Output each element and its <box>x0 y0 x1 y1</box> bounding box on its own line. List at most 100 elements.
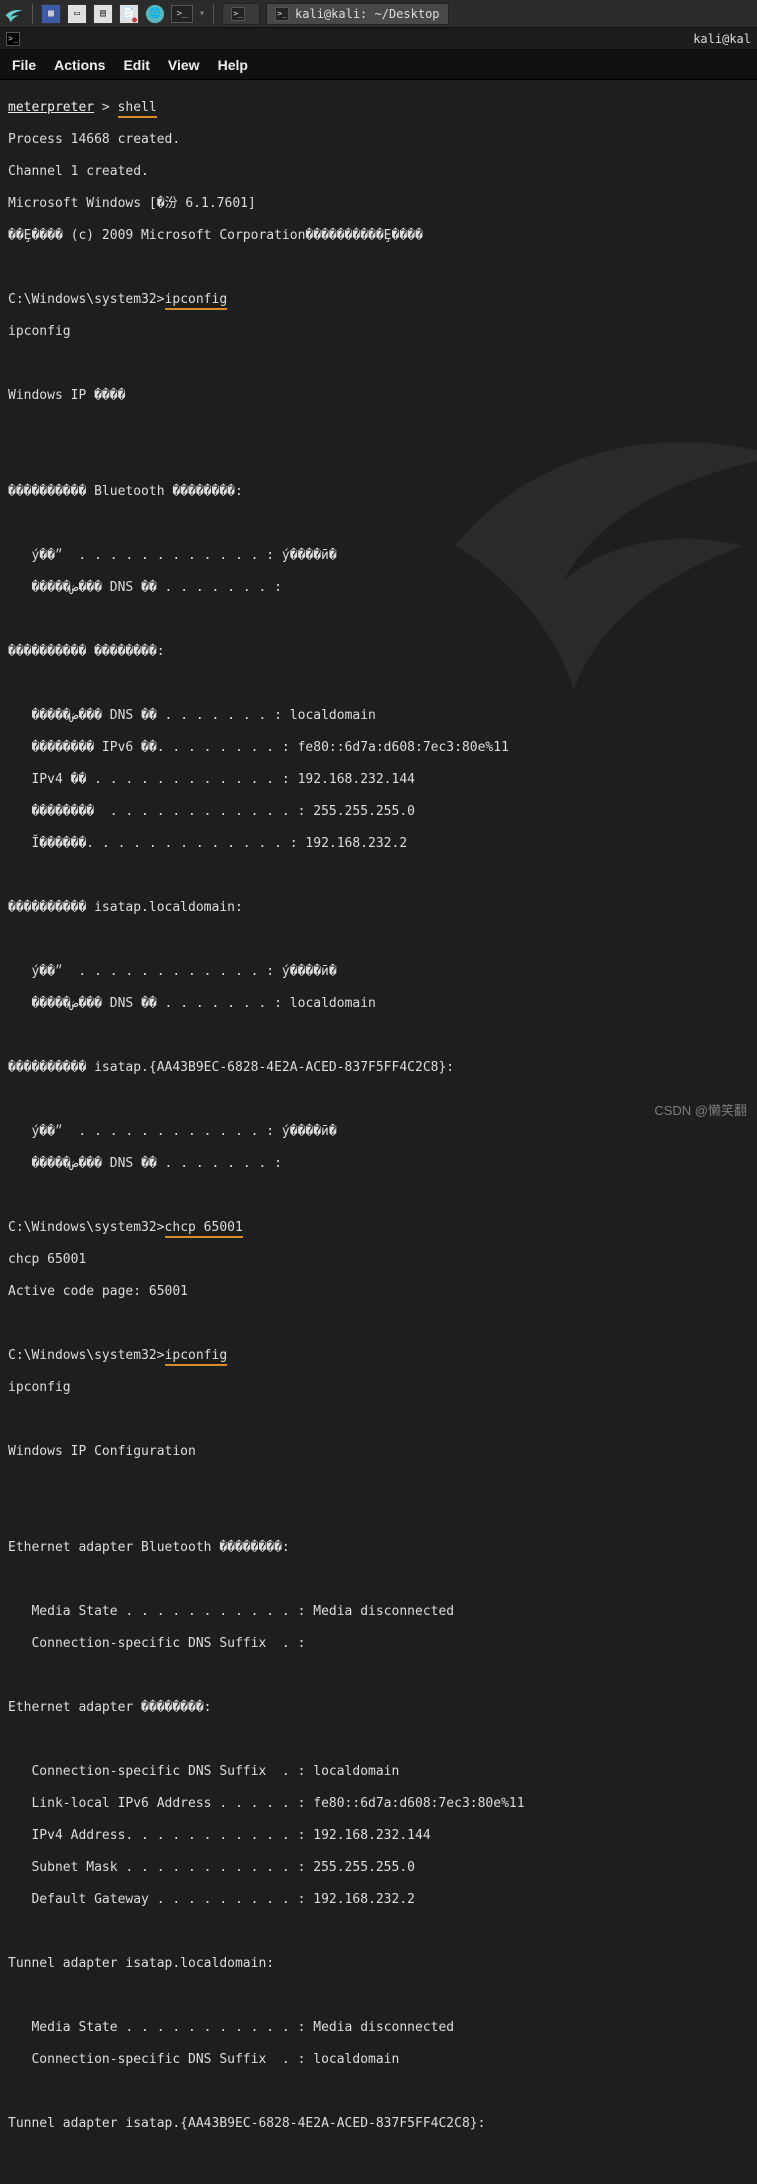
terminal-line <box>8 868 749 884</box>
terminal-icon: >_ <box>275 7 289 21</box>
taskbar-item-label: kali@kali: ~/Desktop <box>295 7 440 21</box>
panel-chevron-icon[interactable]: ▾ <box>199 8 205 19</box>
terminal-line: ý��״ . . . . . . . . . . . . : ý����ӣ� <box>8 964 749 980</box>
cmd-ipconfig: ipconfig <box>165 292 228 310</box>
terminal-line: ipconfig <box>8 324 749 340</box>
terminal-line <box>8 1028 749 1044</box>
terminal-line: Process 14668 created. <box>8 132 749 148</box>
browser-icon[interactable]: 🌐 <box>145 4 165 24</box>
terminal-line: ipconfig <box>8 1380 749 1396</box>
kali-logo-icon[interactable] <box>4 4 24 24</box>
terminal-line: Ethernet adapter Bluetooth ��������: <box>8 1540 749 1556</box>
terminal-line: Default Gateway . . . . . . . . . : 192.… <box>8 1892 749 1908</box>
terminal-line: Tunnel adapter isatap.localdomain: <box>8 1956 749 1972</box>
terminal-line: �����ض��� DNS ��׺ . . . . . . . : locald… <box>8 996 749 1012</box>
terminal-line: �����ض��� DNS ��׺ . . . . . . . : locald… <box>8 708 749 724</box>
terminal-line: C:\Windows\system32>chcp 65001 <box>8 1220 749 1236</box>
menu-actions[interactable]: Actions <box>54 57 105 73</box>
terminal-line <box>8 612 749 628</box>
terminal-line <box>8 676 749 692</box>
terminal-line: �������� . . . . . . . . . . . . : 255.2… <box>8 804 749 820</box>
cmd-ipconfig: ipconfig <box>165 1348 228 1366</box>
terminal-icon: >_ <box>231 7 245 21</box>
terminal-line <box>8 932 749 948</box>
prompt-sep: > <box>94 100 117 115</box>
files-icon[interactable]: ▭ <box>67 4 87 24</box>
terminal-output[interactable]: meterpreter > shell Process 14668 create… <box>0 80 757 2184</box>
terminal-line: Connection-specific DNS Suffix . : <box>8 1636 749 1652</box>
window-title: kali@kal <box>693 32 751 46</box>
menu-edit[interactable]: Edit <box>123 57 149 73</box>
terminal-line: Windows IP Configuration <box>8 1444 749 1460</box>
terminal-line: ��Ȩ���� (c) 2009 Microsoft Corporation��… <box>8 228 749 244</box>
terminal-line: �������� IPv6 ��. . . . . . . . : fe80::… <box>8 740 749 756</box>
terminal-line <box>8 1668 749 1684</box>
cmd-chcp: chcp 65001 <box>165 1220 243 1238</box>
prompt-path: C:\Windows\system32> <box>8 292 165 307</box>
watermark-text: CSDN @懒笑翻 <box>654 1100 747 1119</box>
terminal-line: ���������� ��������: <box>8 644 749 660</box>
terminal-line <box>8 1316 749 1332</box>
terminal-line <box>8 420 749 436</box>
terminal-line <box>8 1092 749 1108</box>
terminal-line: ý��״ . . . . . . . . . . . . : ý����ӣ� <box>8 548 749 564</box>
terminal-line <box>8 452 749 468</box>
terminal-line: Tunnel adapter isatap.{AA43B9EC-6828-4E2… <box>8 2116 749 2132</box>
cmd-shell: shell <box>118 100 157 118</box>
terminal-window: >_ kali@kal File Actions Edit View Help … <box>0 28 757 2184</box>
desktop-panel: ■ ▭ ▤ 📄 🌐 >_ ▾ >_ >_ kali@kali: ~/Deskto… <box>0 0 757 28</box>
terminal-line: Windows IP ���� <box>8 388 749 404</box>
terminal-line: Link-local IPv6 Address . . . . . : fe80… <box>8 1796 749 1812</box>
terminal-line: Ethernet adapter ��������: <box>8 1700 749 1716</box>
terminal-line <box>8 516 749 532</box>
terminal-line: ý��״ . . . . . . . . . . . . : ý����ӣ� <box>8 1124 749 1140</box>
terminal-line: Connection-specific DNS Suffix . : local… <box>8 1764 749 1780</box>
prompt-path: C:\Windows\system32> <box>8 1220 165 1235</box>
prompt-meterpreter: meterpreter <box>8 100 94 115</box>
menu-bar: File Actions Edit View Help <box>0 50 757 80</box>
taskbar-item-terminal-2[interactable]: >_ kali@kali: ~/Desktop <box>266 3 449 25</box>
app-icon[interactable]: ▤ <box>93 4 113 24</box>
terminal-line: Media State . . . . . . . . . . . : Medi… <box>8 2020 749 2036</box>
menu-view[interactable]: View <box>168 57 200 73</box>
notes-icon[interactable]: 📄 <box>119 4 139 24</box>
terminal-line <box>8 1732 749 1748</box>
terminal-line: Subnet Mask . . . . . . . . . . . : 255.… <box>8 1860 749 1876</box>
terminal-line: Channel 1 created. <box>8 164 749 180</box>
terminal-line <box>8 260 749 276</box>
terminal-line: Microsoft Windows [�汾 6.1.7601] <box>8 196 749 212</box>
terminal-line <box>8 1508 749 1524</box>
terminal-line: Connection-specific DNS Suffix . : local… <box>8 2052 749 2068</box>
terminal-line: ���������� Bluetooth ��������: <box>8 484 749 500</box>
panel-separator <box>32 4 33 24</box>
menu-help[interactable]: Help <box>218 57 248 73</box>
menu-file[interactable]: File <box>12 57 36 73</box>
terminal-line: ���������� isatap.{AA43B9EC-6828-4E2A-AC… <box>8 1060 749 1076</box>
prompt-path: C:\Windows\system32> <box>8 1348 165 1363</box>
terminal-line <box>8 356 749 372</box>
terminal-line <box>8 2084 749 2100</box>
window-titlebar[interactable]: >_ kali@kal <box>0 28 757 50</box>
terminal-line: �����ض��� DNS ��׺ . . . . . . . : <box>8 1156 749 1172</box>
window-app-icon: >_ <box>6 32 20 46</box>
terminal-line <box>8 1412 749 1428</box>
terminal-line: �����ض��� DNS ��׺ . . . . . . . : <box>8 580 749 596</box>
terminal-line: IPv4 Address. . . . . . . . . . . : 192.… <box>8 1828 749 1844</box>
terminal-line <box>8 1572 749 1588</box>
terminal-line: IPv4 �� . . . . . . . . . . . . : 192.16… <box>8 772 749 788</box>
terminal-line: Media State . . . . . . . . . . . : Medi… <box>8 1604 749 1620</box>
terminal-line: Active code page: 65001 <box>8 1284 749 1300</box>
terminal-line <box>8 1988 749 2004</box>
terminal-line: meterpreter > shell <box>8 100 749 116</box>
app-launcher-icon[interactable]: ■ <box>41 4 61 24</box>
terminal-line <box>8 1924 749 1940</box>
terminal-line <box>8 1188 749 1204</box>
panel-separator <box>213 4 214 24</box>
taskbar-item-terminal-1[interactable]: >_ <box>222 3 260 25</box>
terminal-line: C:\Windows\system32>ipconfig <box>8 1348 749 1364</box>
terminal-line <box>8 1476 749 1492</box>
terminal-launcher-icon[interactable]: >_ <box>171 5 193 23</box>
terminal-line: Ĭ������. . . . . . . . . . . . . : 192.1… <box>8 836 749 852</box>
terminal-line: ���������� isatap.localdomain: <box>8 900 749 916</box>
terminal-line: C:\Windows\system32>ipconfig <box>8 292 749 308</box>
